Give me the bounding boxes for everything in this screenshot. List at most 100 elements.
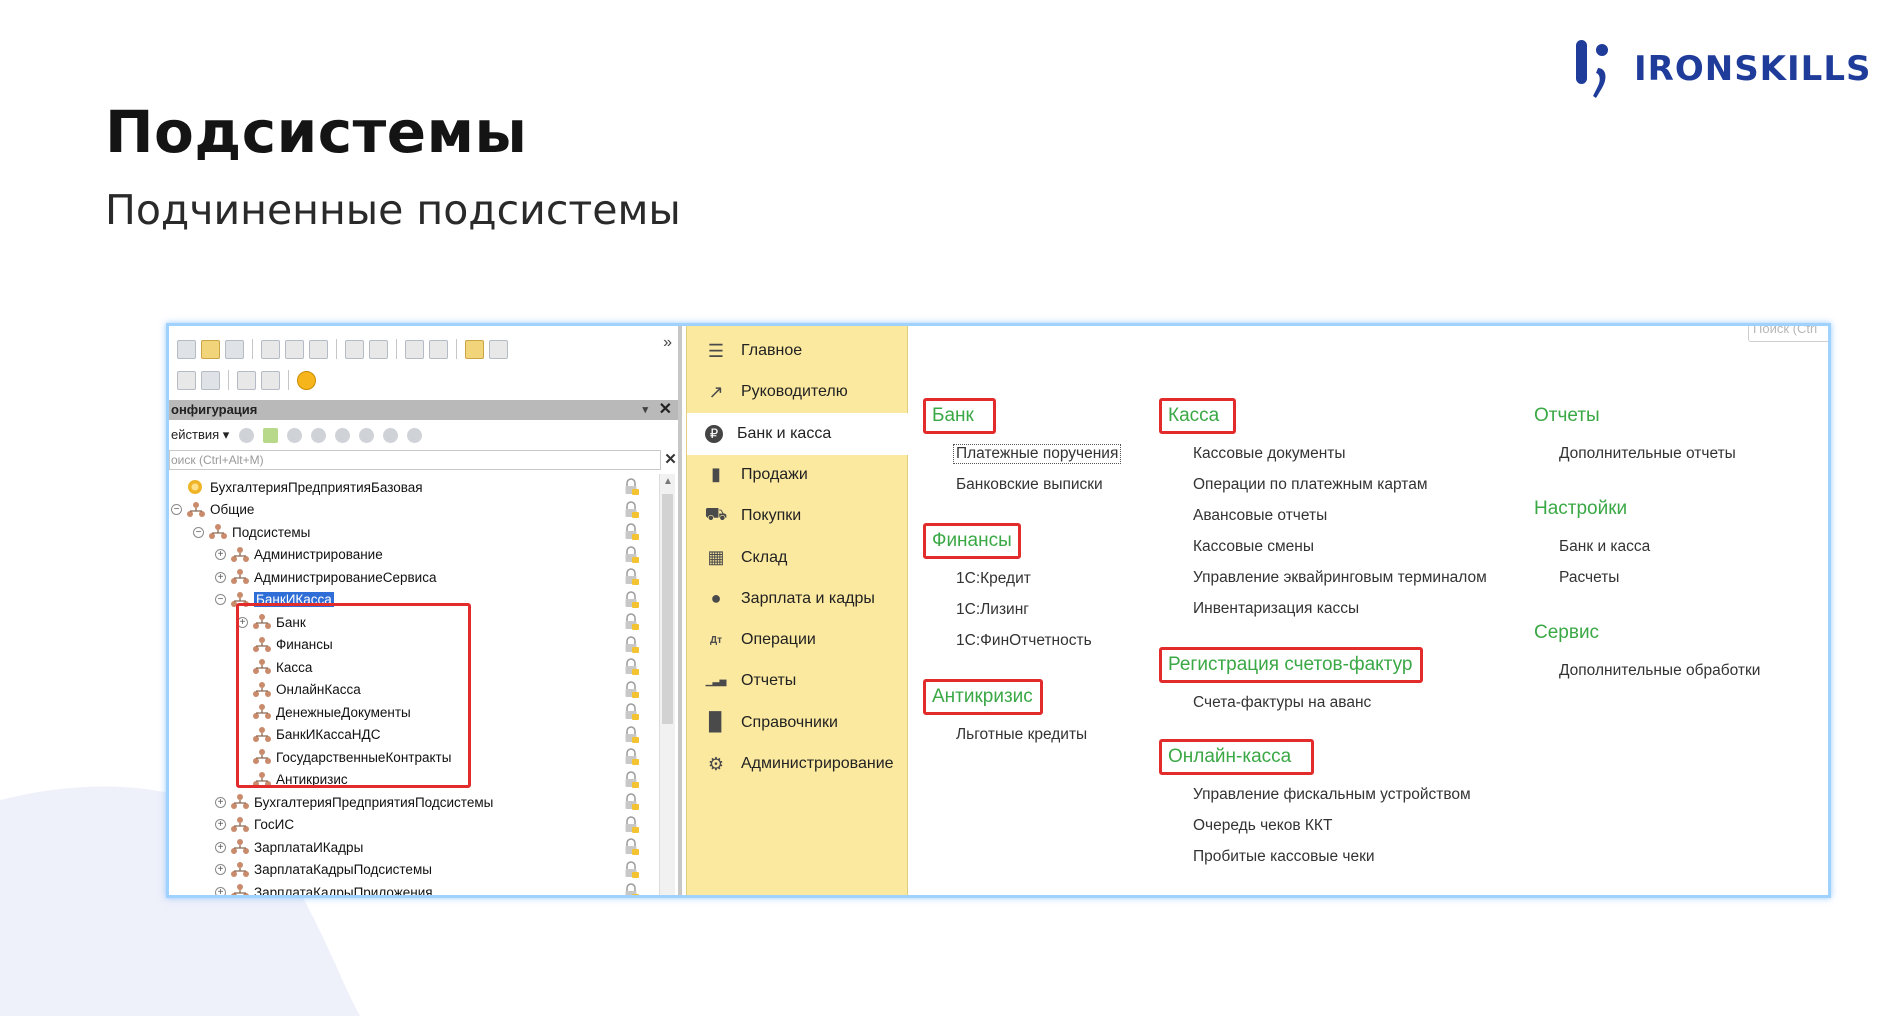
app-screenshot: » онфигурация ▾ ✕ ействия ▾ оиск (Ctrl+A… <box>166 323 1831 898</box>
global-search-input[interactable]: Поиск (Ctrl <box>1748 326 1828 342</box>
new-file-icon[interactable] <box>177 339 196 359</box>
scroll-up-icon[interactable]: ▲ <box>660 476 676 487</box>
actions-menu[interactable]: ействия ▾ <box>169 427 229 443</box>
section-label: Склад <box>741 548 788 566</box>
save-icon[interactable] <box>225 339 244 359</box>
configuration-search-input[interactable]: оиск (Ctrl+Alt+M) <box>169 450 661 470</box>
ruble-icon: ₽ <box>705 424 723 443</box>
expand-icon[interactable]: + <box>215 841 226 853</box>
clear-search-icon[interactable]: ✕ <box>663 450 678 470</box>
lock-icon <box>625 838 639 855</box>
tree-node-salary-hr-subsystems[interactable]: + ЗарплатаКадрыПодсистемы <box>215 859 432 881</box>
expand-icon[interactable]: + <box>215 549 226 560</box>
expand-icon[interactable]: + <box>215 886 226 895</box>
tree-node-label: Общие <box>210 502 255 517</box>
tree-node-gosis[interactable]: + ГосИС <box>215 814 294 836</box>
toolbar-separator <box>456 339 457 359</box>
section-10[interactable]: ▉ Справочники <box>687 702 908 744</box>
lock-icon <box>625 523 639 540</box>
command-preferential-loans[interactable]: Льготные кредиты <box>956 726 1087 744</box>
section-label: Зарплата и кадры <box>741 589 875 607</box>
expand-icon[interactable]: + <box>215 819 226 830</box>
command-1c-fin-reporting[interactable]: 1С:ФинОтчетность <box>956 632 1092 650</box>
tree-node-common[interactable]: − Общие <box>171 499 254 521</box>
tree-icon[interactable] <box>201 370 220 390</box>
tree-node-accounting-subsystems[interactable]: + БухгалтерияПредприятияПодсистемы <box>215 791 493 813</box>
tree-node-administration-service[interactable]: + АдминистрированиеСервиса <box>215 566 436 588</box>
command-advance-invoices[interactable]: Счета-фактуры на аванс <box>1193 694 1371 712</box>
copy-object-icon[interactable] <box>287 427 303 443</box>
command-cash-shifts[interactable]: Кассовые смены <box>1193 538 1314 556</box>
form-icon[interactable] <box>261 370 280 390</box>
cut-icon[interactable] <box>261 339 280 359</box>
expand-icon[interactable]: + <box>215 864 226 875</box>
command-settings-bank-cash[interactable]: Банк и касса <box>1559 538 1650 556</box>
command-bank-statements[interactable]: Банковские выписки <box>956 476 1103 494</box>
tree-node-salary-hr-applications[interactable]: + ЗарплатаКадрыПриложения <box>215 881 433 895</box>
command-1c-leasing[interactable]: 1С:Лизинг <box>956 601 1029 619</box>
toolbar-separator <box>396 339 397 359</box>
section-6[interactable]: ▦ Склад <box>687 537 908 579</box>
section-1[interactable]: ☰ Главное <box>687 330 908 372</box>
command-settings-settlements[interactable]: Расчеты <box>1559 569 1619 587</box>
expand-icon[interactable]: + <box>215 571 226 583</box>
collapse-icon[interactable]: − <box>171 504 182 515</box>
command-additional-reports[interactable]: Дополнительные отчеты <box>1559 445 1736 463</box>
pin-icon[interactable]: ▾ <box>642 400 648 420</box>
command-printed-receipts[interactable]: Пробитые кассовые чеки <box>1193 848 1375 866</box>
command-payment-orders[interactable]: Платежные поручения <box>952 444 1122 464</box>
section-9[interactable]: ▁▃▅ Отчеты <box>687 660 908 702</box>
expand-icon[interactable]: + <box>215 796 226 808</box>
command-card-operations[interactable]: Операции по платежным картам <box>1193 476 1427 494</box>
toolbar-separator <box>288 370 289 390</box>
search-icon[interactable] <box>489 339 508 359</box>
slide-title: Подсистемы <box>105 98 528 166</box>
section-2[interactable]: ↗ Руководителю <box>687 371 908 413</box>
copy-icon[interactable] <box>285 339 304 359</box>
print-icon[interactable] <box>345 339 364 359</box>
toolbar-overflow-icon[interactable]: » <box>663 334 672 352</box>
command-cash-documents[interactable]: Кассовые документы <box>1193 445 1346 463</box>
find-in-folder-icon[interactable] <box>465 339 484 359</box>
print-preview-icon[interactable] <box>369 339 388 359</box>
command-1c-credit[interactable]: 1С:Кредит <box>956 570 1031 588</box>
section-4[interactable]: ▮ Продажи <box>687 454 908 496</box>
section-3[interactable]: ₽ Банк и касса <box>687 412 908 455</box>
run-debug-icon[interactable] <box>297 370 316 390</box>
filter-icon[interactable] <box>407 427 423 443</box>
undo-icon[interactable] <box>405 339 424 359</box>
tree-node-salary-hr[interactable]: + ЗарплатаИКадры <box>215 836 363 858</box>
module-icon[interactable] <box>177 370 196 390</box>
paste-icon[interactable] <box>309 339 328 359</box>
open-folder-icon[interactable] <box>201 339 220 359</box>
close-icon[interactable]: ✕ <box>659 400 672 420</box>
section-7[interactable]: ● Зарплата и кадры <box>687 578 908 620</box>
tree-node-administration[interactable]: + Администрирование <box>215 544 383 566</box>
command-acquiring-terminal[interactable]: Управление эквайринговым терминалом <box>1193 569 1487 587</box>
delete-icon[interactable] <box>311 427 327 443</box>
tree-node-subsystems[interactable]: − Подсистемы <box>193 521 310 543</box>
trend-icon: ↗ <box>708 381 724 402</box>
database-icon[interactable] <box>237 370 256 390</box>
move-down-icon[interactable] <box>359 427 375 443</box>
tree-scrollbar[interactable]: ▲ <box>659 474 675 895</box>
command-additional-processing[interactable]: Дополнительные обработки <box>1559 662 1760 680</box>
section-5[interactable]: ⛟ Покупки <box>687 495 908 537</box>
command-fiscal-device[interactable]: Управление фискальным устройством <box>1193 786 1471 804</box>
edit-icon[interactable] <box>263 427 279 443</box>
command-advance-reports[interactable]: Авансовые отчеты <box>1193 507 1327 525</box>
sort-icon[interactable] <box>383 427 399 443</box>
logo-text: IRONSKILLS <box>1634 49 1872 89</box>
add-icon[interactable] <box>239 427 255 443</box>
scroll-thumb[interactable] <box>662 494 673 724</box>
book-icon: ▉ <box>709 712 723 733</box>
section-11[interactable]: ⚙ Администрирование <box>687 743 908 785</box>
move-up-icon[interactable] <box>335 427 351 443</box>
collapse-icon[interactable]: − <box>215 594 226 605</box>
collapse-icon[interactable]: − <box>193 526 204 538</box>
section-8[interactable]: Дт Операции <box>687 619 908 661</box>
command-kkt-queue[interactable]: Очередь чеков ККТ <box>1193 817 1332 835</box>
tree-node-root[interactable]: БухгалтерияПредприятияБазовая <box>171 476 423 498</box>
redo-icon[interactable] <box>429 339 448 359</box>
command-cash-inventory[interactable]: Инвентаризация кассы <box>1193 600 1359 618</box>
